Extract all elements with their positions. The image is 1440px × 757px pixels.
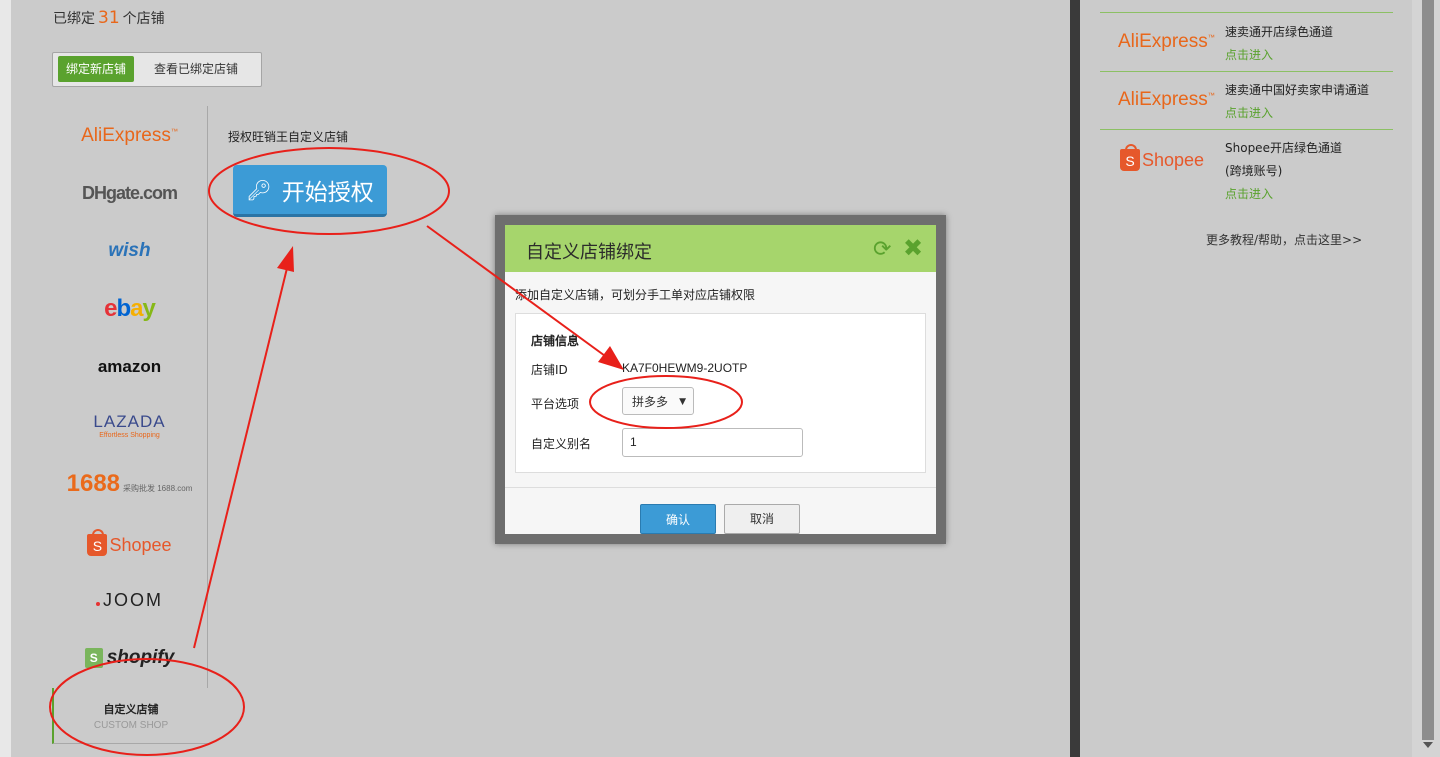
aliexpress-logo: AliExpress™ [1118,89,1215,110]
promo-link[interactable]: 点击进入 [1225,44,1333,67]
promo-link[interactable]: 点击进入 [1225,183,1342,206]
close-icon[interactable]: ✖ [903,234,923,262]
wish-logo: wish [108,240,151,261]
alias-input[interactable]: 1 [622,428,803,457]
shopee-logo: S Shopee [1120,144,1204,171]
platform-shopee[interactable]: S Shopee [52,520,207,570]
promo-item-aliexpress-seller[interactable]: AliExpress™ 速卖通中国好卖家申请通道 点击进入 [1100,71,1393,129]
shop-info-box: 店铺信息 店铺ID KA7F0HEWM9-2UOTP 平台选项 拼多多 ▼ 自定… [515,313,926,473]
platform-custom-shop[interactable]: 自定义店铺 CUSTOM SHOP [52,688,208,744]
platform-lazada[interactable]: LAZADA Effortless Shopping [52,400,207,450]
custom-shop-dialog: 自定义店铺绑定 ⟳ ✖ 添加自定义店铺，可划分手工单对应店铺权限 店铺信息 店铺… [495,215,946,544]
joom-logo: JOOM [96,590,163,611]
aliexpress-logo: AliExpress™ [81,125,178,146]
platform-ebay[interactable]: ebay [52,284,207,334]
dhgate-logo: DHgate.com [81,182,178,203]
platform-label: 平台选项 [531,397,580,411]
tab-group: 绑定新店铺 查看已绑定店铺 [52,52,262,87]
scrollbar[interactable] [1412,0,1440,757]
custom-shop-title: 自定义店铺 [103,703,159,716]
aliexpress-logo: AliExpress™ [1118,31,1215,52]
lazada-logo: LAZADA Effortless Shopping [93,411,166,439]
shopee-logo: S Shopee [87,529,172,556]
start-auth-label: 开始授权 [281,179,374,206]
platform-wish[interactable]: wish [52,226,207,276]
shopee-bag-icon: S [1120,144,1140,171]
platform-1688[interactable]: 1688 采购批发 1688.com [52,459,207,509]
custom-shop-subtitle: CUSTOM SHOP [93,720,169,731]
shop-id-value: KA7F0HEWM9-2UOTP [622,361,748,375]
promo-text-sub: (跨境账号) [1225,164,1283,178]
bound-count: 已绑定 31 个店铺 [53,8,165,28]
auth-title: 授权旺销王自定义店铺 [228,130,349,144]
promo-text: Shopee开店绿色通道 [1225,141,1342,155]
promo-item-shopee[interactable]: S Shopee Shopee开店绿色通道 (跨境账号) 点击进入 [1100,129,1393,209]
tab-view-bound[interactable]: 查看已绑定店铺 [146,56,246,82]
bound-count-number: 31 [98,8,120,28]
right-panel: AliExpress™ 速卖通开店绿色通道 点击进入 AliExpress™ 速… [1080,0,1412,757]
shop-info-title: 店铺信息 [531,334,580,348]
amazon-logo: amazon [97,357,162,376]
left-edge [0,0,11,757]
key-icon: 🔑︎ [246,177,272,202]
dialog-description: 添加自定义店铺，可划分手工单对应店铺权限 [515,288,756,302]
confirm-button[interactable]: 确认 [640,504,716,534]
cancel-button[interactable]: 取消 [724,504,800,534]
shopify-bag-icon: S [84,648,103,668]
panel-divider [1070,0,1080,757]
platform-joom[interactable]: JOOM [52,575,207,625]
tab-bind-new[interactable]: 绑定新店铺 [58,56,135,82]
promo-text: 速卖通开店绿色通道 [1225,25,1334,39]
platform-aliexpress[interactable]: AliExpress™ [52,111,207,161]
refresh-icon[interactable]: ⟳ [873,237,891,262]
alias-label: 自定义别名 [531,437,592,451]
platform-select[interactable]: 拼多多 ▼ [622,387,694,415]
dialog-header: 自定义店铺绑定 ⟳ ✖ [505,225,936,272]
scrollbar-thumb[interactable] [1422,0,1434,740]
dialog-title: 自定义店铺绑定 [526,242,652,263]
shopify-logo: Sshopify [84,647,174,669]
logo-1688: 1688 采购批发 1688.com [66,470,193,497]
start-auth-button[interactable]: 🔑︎ 开始授权 [233,165,387,217]
shopee-bag-icon: S [87,529,108,556]
promo-item-aliexpress-green[interactable]: AliExpress™ 速卖通开店绿色通道 点击进入 [1100,13,1393,71]
promo-link[interactable]: 点击进入 [1225,102,1369,125]
platform-shopify[interactable]: Sshopify [52,633,207,683]
platform-amazon[interactable]: amazon [52,342,207,392]
shop-id-label: 店铺ID [531,363,568,377]
help-link[interactable]: 更多教程/帮助，点击这里>> [1206,231,1362,248]
ebay-logo: ebay [104,295,156,322]
promo-text: 速卖通中国好卖家申请通道 [1225,83,1370,97]
platform-dhgate[interactable]: DHgate.com [52,168,207,218]
platform-list: AliExpress™ DHgate.com wish ebay amazon … [52,106,208,688]
caret-down-icon: ▼ [679,397,686,407]
dialog-footer: 确认 取消 [505,487,936,535]
scroll-down-icon[interactable] [1423,742,1433,748]
